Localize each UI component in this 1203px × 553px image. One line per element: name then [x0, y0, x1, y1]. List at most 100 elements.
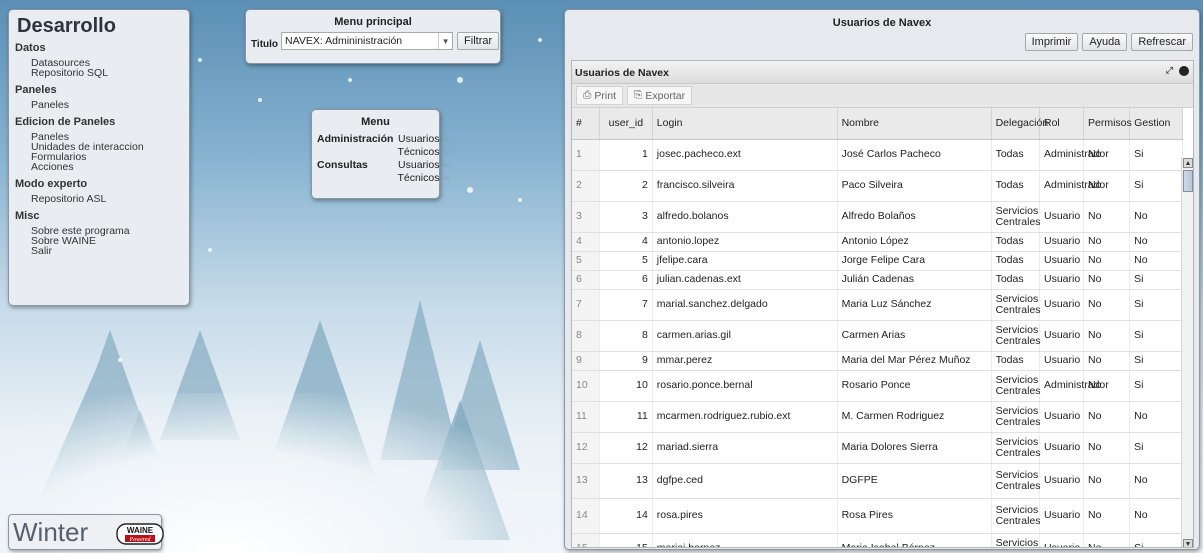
- cell-rol: Usuario: [1039, 251, 1084, 271]
- table-row[interactable]: 12 12 mariad.sierra Maria Dolores Sierra Ser…: [572, 432, 1183, 464]
- table-row[interactable]: 14 14 rosa.pires Rosa Pires Servicios Centra…: [572, 498, 1183, 534]
- print-button[interactable]: Imprimir: [1024, 33, 1079, 51]
- cell-gestion: Si: [1129, 270, 1183, 290]
- menu-item-repositorio-asl[interactable]: Repositorio ASL: [31, 194, 183, 205]
- table-row[interactable]: 4 4 antonio.lopez Antonio López Todas Usuario…: [572, 232, 1183, 252]
- row-index: 2: [572, 170, 600, 202]
- cell-nombre: Antonio López: [837, 232, 992, 252]
- refresh-button[interactable]: Refrescar: [1131, 33, 1193, 51]
- cell-permisos: No: [1083, 351, 1131, 371]
- cell-user-id: 12: [599, 432, 653, 464]
- cell-nombre: Julián Cadenas: [837, 270, 992, 290]
- table-row[interactable]: 3 3 alfredo.bolanos Alfredo Bolaños Servicio…: [572, 201, 1183, 233]
- table-row[interactable]: 2 2 francisco.silveira Paco Silveira Todas Ad…: [572, 170, 1183, 202]
- row-index: 9: [572, 351, 600, 371]
- cell-nombre: Rosario Ponce: [837, 370, 992, 402]
- cell-delegacion: Servicios Centrales: [991, 320, 1041, 352]
- menu-item-acciones[interactable]: Acciones: [31, 162, 183, 173]
- menu-item-paneles[interactable]: Paneles: [31, 100, 183, 111]
- row-index: 13: [572, 463, 600, 499]
- cell-delegacion: Servicios Centrales: [991, 201, 1041, 233]
- menu-title: Menu: [361, 116, 390, 128]
- cell-user-id: 15: [599, 533, 653, 547]
- table-row[interactable]: 1 1 josec.pacheco.ext José Carlos Pacheco To…: [572, 139, 1183, 171]
- cell-login: marial.sanchez.delgado: [652, 289, 838, 321]
- expand-icon[interactable]: ⤢: [1166, 65, 1173, 76]
- collapse-icon[interactable]: [1179, 65, 1189, 76]
- cell-rol: Usuario: [1039, 533, 1084, 547]
- col-header-gestion[interactable]: Gestion: [1129, 108, 1183, 140]
- cell-nombre: Maria del Mar Pérez Muñoz: [837, 351, 992, 371]
- col-header-nombre[interactable]: Nombre: [837, 108, 992, 140]
- menu-item-sobre-waine[interactable]: Sobre WAINE: [31, 236, 183, 247]
- row-index: 12: [572, 432, 600, 464]
- arrow-right-icon: ⇨: [442, 146, 450, 157]
- cell-login: dgfpe.ced: [652, 463, 838, 499]
- title-select[interactable]: NAVEX: Admininistración ▼: [281, 32, 454, 50]
- col-header-rol[interactable]: Rol: [1039, 108, 1084, 140]
- grid-print-button[interactable]: ⎙ Print: [576, 86, 623, 105]
- menu-option-consultas-usuarios[interactable]: Usuarios ⇨: [395, 158, 451, 171]
- table-row[interactable]: 11 11 mcarmen.rodriguez.rubio.ext M. Carmen…: [572, 401, 1183, 433]
- section-misc: Misc: [15, 210, 40, 222]
- table-row[interactable]: 7 7 marial.sanchez.delgado Maria Luz Sánche…: [572, 289, 1183, 321]
- cell-login: josec.pacheco.ext: [652, 139, 838, 171]
- cell-rol: Usuario: [1039, 432, 1084, 464]
- cell-nombre: DGFPE: [837, 463, 992, 499]
- cell-gestion: Si: [1129, 533, 1183, 547]
- grid-caption: Usuarios de Navex: [575, 67, 669, 79]
- cell-gestion: No: [1129, 251, 1183, 271]
- table-row[interactable]: 13 13 dgfpe.ced DGFPE Servicios Centrales Usu…: [572, 463, 1183, 499]
- logo-word: Winter: [13, 517, 89, 547]
- cell-user-id: 6: [599, 270, 653, 290]
- grid-export-button[interactable]: ⎘ Exportar: [627, 86, 693, 105]
- col-header-permisos[interactable]: Permisos: [1083, 108, 1132, 140]
- cell-delegacion: Servicios Centrales: [991, 533, 1040, 547]
- table-row[interactable]: 8 8 carmen.arias.gil Carmen Arias Servicios …: [572, 320, 1183, 352]
- cell-delegacion: Todas: [991, 232, 1040, 252]
- table-row[interactable]: 10 10 rosario.ponce.bernal Rosario Ponce Ser…: [572, 370, 1183, 402]
- row-index: 8: [572, 320, 600, 352]
- scroll-up-icon[interactable]: ▲: [1183, 158, 1193, 168]
- row-index: 7: [572, 289, 600, 321]
- cell-delegacion: Todas: [991, 351, 1040, 371]
- col-header-index[interactable]: #: [572, 108, 600, 140]
- main-menu-title: Menu principal: [334, 16, 412, 28]
- table-row[interactable]: 9 9 mmar.perez Maria del Mar Pérez Muñoz Tod…: [572, 351, 1183, 371]
- help-button[interactable]: Ayuda: [1082, 33, 1128, 51]
- cell-permisos: No: [1083, 270, 1131, 290]
- menu-category-administracion: Administración: [317, 132, 394, 145]
- grid-scrollbar[interactable]: ▲ ▼: [1181, 158, 1193, 547]
- table-row[interactable]: 5 5 jfelipe.cara Jorge Felipe Cara Todas Usua…: [572, 251, 1183, 271]
- cell-rol: Administrador: [1039, 370, 1109, 402]
- menu-option-admin-tecnicos[interactable]: Técnicos ⇨: [395, 145, 451, 158]
- cell-user-id: 7: [599, 289, 653, 321]
- menu-option-consultas-tecnicos[interactable]: Técnicos ⇨: [395, 171, 451, 184]
- cell-login: rosa.pires: [652, 498, 838, 534]
- scroll-down-icon[interactable]: ▼: [1183, 539, 1193, 547]
- table-row[interactable]: 6 6 julian.cadenas.ext Julián Cadenas Todas U…: [572, 270, 1183, 290]
- menu-item-salir[interactable]: Salir: [31, 246, 183, 257]
- cell-nombre: Maria Dolores Sierra: [837, 432, 992, 464]
- scroll-thumb[interactable]: [1183, 170, 1193, 192]
- cell-rol: Usuario: [1039, 201, 1084, 233]
- menu-item-repositorio-sql[interactable]: Repositorio SQL: [31, 68, 183, 79]
- col-header-login[interactable]: Login: [652, 108, 838, 140]
- cell-login: julian.cadenas.ext: [652, 270, 838, 290]
- col-header-delegacion[interactable]: Delegación: [991, 108, 1048, 140]
- cell-user-id: 11: [599, 401, 653, 433]
- cell-user-id: 3: [599, 201, 653, 233]
- row-index: 11: [572, 401, 600, 433]
- chevron-down-icon: ▼: [438, 33, 452, 49]
- main-menu-panel: Menu principal Titulo NAVEX: Admininistr…: [245, 9, 501, 64]
- table-row[interactable]: 15 15 mariai.bornez Maria Isabel Bórnez Serv…: [572, 533, 1183, 547]
- badge-bottom-text: Powered: [128, 537, 151, 543]
- col-header-user-id[interactable]: user_id: [599, 108, 653, 140]
- row-index: 15: [572, 533, 600, 547]
- menu-option-admin-usuarios[interactable]: Usuarios ⇨: [395, 132, 451, 145]
- cell-delegacion: Todas: [991, 270, 1040, 290]
- cell-nombre: Alfredo Bolaños: [837, 201, 992, 233]
- cell-login: mariad.sierra: [652, 432, 838, 464]
- cell-permisos: No: [1083, 289, 1131, 321]
- filter-button[interactable]: Filtrar: [457, 32, 500, 50]
